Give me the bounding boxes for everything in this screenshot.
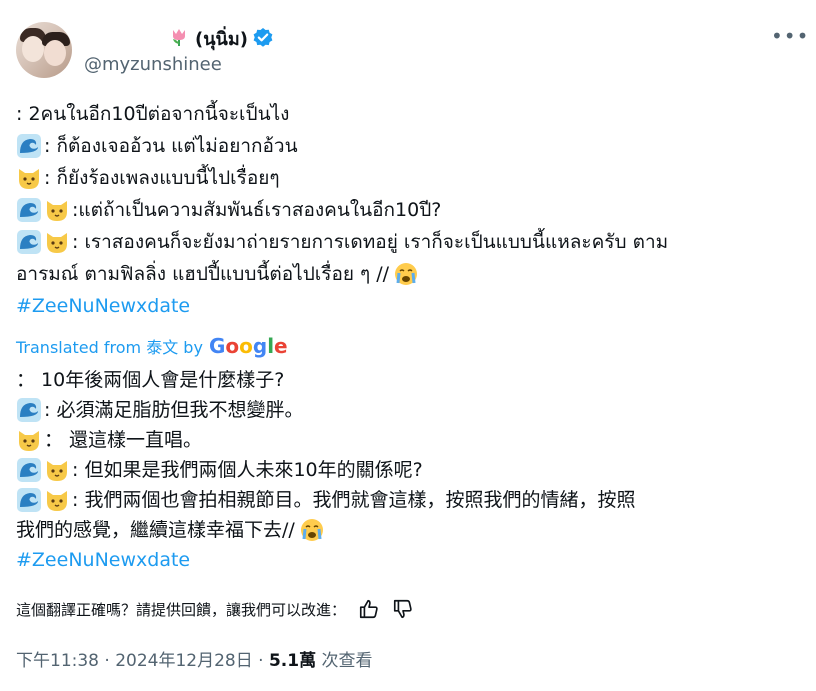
cat-face-icon (47, 233, 67, 253)
water-wave-icon (17, 230, 41, 254)
translated-text: ： 10年後兩個人會是什麼樣子? : 必須滿足脂肪但我不想變胖。 ： 還這樣一直… (16, 365, 796, 575)
views-label: 次查看 (316, 651, 373, 671)
thumbs-down-icon[interactable] (392, 598, 414, 620)
text-line: ： 還這樣一直唱。 (16, 425, 796, 455)
hashtag-link[interactable]: #ZeeNuNewxdate (16, 290, 796, 322)
verified-badge-icon (253, 28, 273, 47)
text-line: อารมณ์ ตามฟิลลิ่ง แฮปปี้แบบนี้ต่อไปเรื่อ… (16, 258, 796, 290)
more-options-icon[interactable]: ••• (771, 24, 809, 48)
cat-face-icon (47, 461, 67, 481)
text-line: :แต่ถ้าเป็นความสัมพันธ์เราสองคนในอีก10ปี… (16, 194, 796, 226)
text-line: : ก็ต้องเจออ้วน แต่ไม่อยากอ้วน (16, 130, 796, 162)
water-wave-icon (17, 198, 41, 222)
translated-from-label[interactable]: Translated from 泰文 by Google (16, 334, 288, 358)
hashtag-link[interactable]: #ZeeNuNewxdate (16, 545, 796, 575)
water-wave-icon (17, 134, 41, 158)
cat-face-icon (19, 169, 39, 189)
text-line: : 但如果是我們兩個人未來10年的關係呢? (16, 455, 796, 485)
tweet-text: : 2คนในอีก10ปีต่อจากนี้จะเป็นไง : ก็ต้อง… (16, 98, 796, 322)
water-wave-icon (17, 458, 41, 482)
handle[interactable]: @myzunshinee (84, 54, 222, 75)
crying-face-icon (300, 519, 323, 541)
tweet-meta: 下午11:38 · 2024年12月28日 · 5.1萬 次查看 (16, 646, 372, 671)
text-line: 我們的感覺，繼續這樣幸福下去// (16, 515, 796, 545)
author-name-row[interactable]: (นุนิ่ม) (167, 26, 274, 50)
cat-face-icon (19, 431, 39, 451)
text-line: : 必須滿足脂肪但我不想變胖。 (16, 395, 796, 425)
text-line: : ก็ยังร้องเพลงแบบนี้ไปเรื่อยๆ (16, 162, 796, 194)
text-line: : 2คนในอีก10ปีต่อจากนี้จะเป็นไง (16, 103, 290, 125)
google-logo: Google (208, 334, 288, 358)
translation-feedback: 這個翻譯正確嗎？請提供回饋，讓我們可以改進： (16, 598, 414, 620)
text-line: : 我們兩個也會拍相親節目。我們就會這樣，按照我們的情緒，按照 (16, 485, 796, 515)
feedback-question: 這個翻譯正確嗎？請提供回饋，讓我們可以改進： (16, 600, 347, 619)
water-wave-icon (17, 398, 41, 422)
thumbs-up-icon[interactable] (358, 598, 380, 620)
avatar[interactable] (16, 22, 72, 78)
crying-face-icon (395, 263, 418, 285)
text-line: ： 10年後兩個人會是什麼樣子? (16, 369, 285, 391)
cat-face-icon (47, 491, 67, 511)
timestamp[interactable]: 下午11:38 · 2024年12月28日 · (16, 651, 269, 671)
tulip-icon (173, 29, 185, 46)
views-count: 5.1萬 (268, 651, 317, 671)
text-line: : เราสองคนก็จะยังมาถ่ายรายการเดทอยู่ เรา… (16, 226, 796, 258)
water-wave-icon (17, 488, 41, 512)
display-name[interactable]: (นุนิ่ม) (195, 24, 248, 53)
cat-face-icon (47, 201, 67, 221)
